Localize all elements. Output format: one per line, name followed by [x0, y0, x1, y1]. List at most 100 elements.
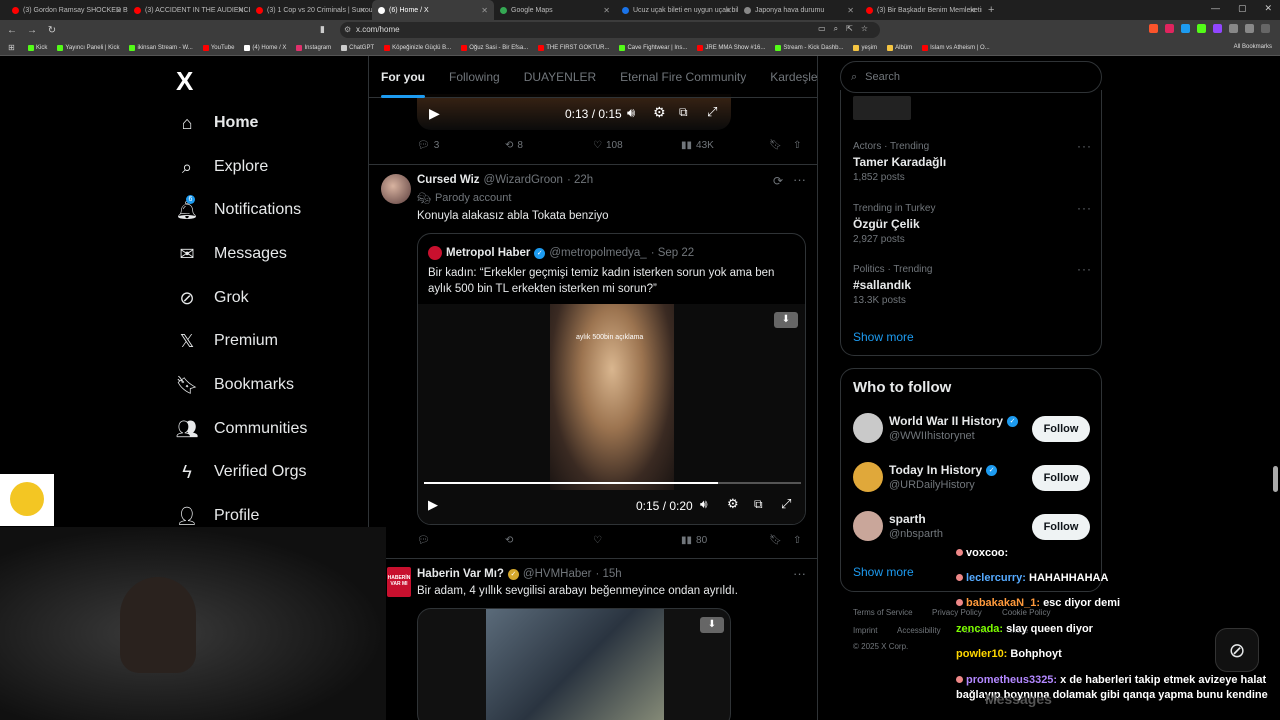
browser-tab[interactable]: (3) 1 Cop vs 20 Criminals | Surround ✕: [250, 0, 372, 20]
post-time[interactable]: · 15h: [595, 568, 621, 580]
grok-floating-button[interactable]: ⊘: [1215, 628, 1259, 672]
nav-item-notifications[interactable]: 🔔︎ 6 Notifications: [176, 195, 301, 221]
more-icon[interactable]: ···: [793, 172, 806, 187]
avatar[interactable]: [381, 174, 411, 204]
post-time[interactable]: · 22h: [567, 174, 593, 186]
play-icon[interactable]: ▶: [429, 105, 440, 122]
close-tab-icon[interactable]: ✕: [359, 6, 366, 15]
like-button[interactable]: ♡ 108: [593, 140, 623, 151]
messages-drawer-label[interactable]: Messages: [985, 691, 1052, 707]
heart-icon[interactable]: ♡: [593, 535, 602, 546]
reload-icon[interactable]: ↻: [44, 25, 60, 36]
follow-button[interactable]: Follow: [1032, 416, 1090, 442]
trend-more-icon[interactable]: ···: [1077, 262, 1092, 276]
repost-icon[interactable]: ⟲: [505, 535, 513, 546]
puzzle-icon[interactable]: [1229, 24, 1238, 33]
feed-tab[interactable]: Following: [437, 56, 512, 98]
browser-tab[interactable]: (3) Bir Başkadır Benim Memleketim ✕: [860, 0, 982, 20]
follow-show-more[interactable]: Show more: [853, 565, 914, 579]
download-icon[interactable]: ⬇: [700, 617, 724, 633]
zoom-icon[interactable]: ⌕: [834, 24, 838, 34]
bookmark-item[interactable]: JRE MMA Show #16...: [697, 44, 765, 51]
browser-tab[interactable]: Ucuz uçak bileti en uygun uçak bilet ✕: [616, 0, 738, 20]
close-window-button[interactable]: ✕: [1264, 3, 1272, 14]
views-button[interactable]: ▮▮ 43K: [681, 140, 714, 151]
browser-tab[interactable]: (3) Gordon Ramsay SHOCKED By Th✕: [6, 0, 128, 20]
apps-icon[interactable]: ⊞: [8, 43, 15, 52]
cast-icon[interactable]: ▭: [818, 24, 826, 34]
bookmark-item[interactable]: ikinsan Stream - W...: [129, 44, 193, 51]
extension-icon[interactable]: [1181, 24, 1190, 33]
bookmark-item[interactable]: Köpeğinizle Güçlü B...: [384, 44, 451, 51]
nav-item-communities[interactable]: 👥︎ Communities: [176, 418, 308, 440]
search-box[interactable]: ⌕ Search: [840, 61, 1102, 93]
new-tab-button[interactable]: +: [988, 4, 994, 16]
bookmark-item[interactable]: yeşim: [853, 44, 877, 51]
trend-more-icon[interactable]: ···: [1077, 201, 1092, 215]
fullscreen-icon[interactable]: ⤢: [781, 496, 791, 512]
bookmark-item[interactable]: Albüm: [887, 44, 912, 51]
play-icon[interactable]: ▶: [428, 497, 438, 513]
nav-item-premium[interactable]: 𝕏 Premium: [176, 330, 278, 352]
grok-explain-icon[interactable]: ⟳: [773, 174, 783, 188]
maximize-button[interactable]: ▢: [1238, 3, 1247, 14]
footer-link[interactable]: Terms of Service: [853, 608, 913, 617]
nav-item-profile[interactable]: 👤︎ Profile: [176, 505, 260, 527]
bookmark-item[interactable]: Kick: [28, 44, 47, 51]
follow-button[interactable]: Follow: [1032, 465, 1090, 491]
nav-item-grok[interactable]: ⊘ Grok: [176, 287, 248, 309]
follow-suggestion[interactable]: World War II History ✓ @WWIIhistorynet: [853, 413, 1019, 443]
nav-item-verified-orgs[interactable]: ϟ Verified Orgs: [176, 461, 306, 483]
close-tab-icon[interactable]: ✕: [725, 6, 732, 15]
bookmark-item[interactable]: Stream - Kick Dashb...: [775, 44, 843, 51]
views-button[interactable]: ▮▮ 80: [681, 535, 707, 546]
bookmark-icon[interactable]: 🔖︎: [769, 140, 782, 151]
browser-tab[interactable]: Google Maps ✕: [494, 0, 616, 20]
forward-icon[interactable]: →: [24, 25, 40, 36]
author-handle[interactable]: @HVMHaber: [523, 568, 592, 580]
close-tab-icon[interactable]: ✕: [969, 6, 976, 15]
bookmark-item[interactable]: YouTube: [202, 44, 234, 51]
browser-tab[interactable]: (3) ACCIDENT IN THE AUDIENCE STA✕: [128, 0, 250, 20]
quoted-post[interactable]: Metropol Haber ✓ @metropolmedya_ · Sep 2…: [417, 233, 806, 525]
bookmark-item[interactable]: Cave Fightwear | Ins...: [619, 44, 687, 51]
site-info-icon[interactable]: ⚙: [344, 22, 351, 38]
bookmark-item[interactable]: THE FIRST GOKTUR...: [538, 44, 609, 51]
repost-button[interactable]: ⟲ 8: [505, 140, 523, 151]
browser-tab[interactable]: (6) Home / X ✕: [372, 0, 494, 20]
trends-show-more[interactable]: Show more: [853, 330, 914, 344]
follow-suggestion[interactable]: sparth @nbsparth: [853, 511, 943, 541]
more-icon[interactable]: ···: [793, 566, 806, 581]
trend-item[interactable]: Trending in Turkey Özgür Çelik 2,927 posts: [853, 203, 935, 245]
author-name[interactable]: Cursed Wiz: [417, 174, 480, 186]
reply-icon[interactable]: 💬︎: [417, 535, 430, 546]
pip-icon[interactable]: ⧉: [679, 105, 688, 120]
bookmark-item[interactable]: Islam vs Atheism | O...: [922, 44, 990, 51]
feed-tab[interactable]: Kardeşler Ki: [758, 56, 817, 98]
address-bar[interactable]: ⚙ x.com/home: [340, 22, 880, 38]
settings-icon[interactable]: ⚙: [727, 496, 739, 512]
bookmark-item[interactable]: ChatGPT: [341, 44, 374, 51]
bookmark-page-icon[interactable]: ▮: [320, 24, 325, 35]
close-tab-icon[interactable]: ✕: [603, 6, 610, 15]
extension-icon[interactable]: [1197, 24, 1206, 33]
footer-link[interactable]: Accessibility: [897, 626, 941, 635]
trend-item[interactable]: Actors · Trending Tamer Karadağlı 1,852 po…: [853, 141, 946, 183]
close-tab-icon[interactable]: ✕: [115, 6, 122, 15]
nav-item-home[interactable]: ⌂ Home: [176, 112, 259, 134]
menu-icon[interactable]: [1261, 24, 1270, 33]
nav-item-bookmarks[interactable]: 🔖︎ Bookmarks: [176, 374, 294, 396]
footer-link[interactable]: Cookie Policy: [1002, 608, 1050, 617]
bookmark-item[interactable]: (4) Home / X: [244, 44, 286, 51]
extension-icon[interactable]: [1213, 24, 1222, 33]
volume-icon[interactable]: 🔊︎: [627, 105, 635, 121]
close-tab-icon[interactable]: ✕: [237, 6, 244, 15]
reply-button[interactable]: 💬︎ 3: [417, 140, 439, 151]
trend-more-icon[interactable]: ···: [1077, 139, 1092, 153]
nav-item-explore[interactable]: ⌕ Explore: [176, 156, 268, 178]
pip-icon[interactable]: ⧉: [754, 497, 763, 512]
footer-link[interactable]: Imprint: [853, 626, 877, 635]
volume-icon[interactable]: 🔊︎: [700, 497, 708, 512]
download-icon[interactable]: ⬇: [774, 312, 798, 328]
back-icon[interactable]: ←: [4, 25, 20, 36]
